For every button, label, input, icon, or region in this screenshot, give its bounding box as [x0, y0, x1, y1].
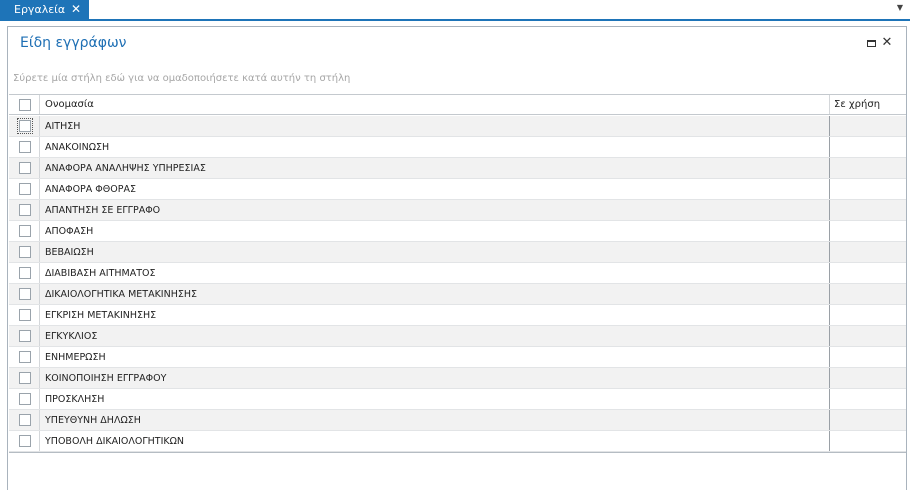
- row-select-cell: [9, 431, 40, 451]
- row-select-cell: [9, 263, 40, 283]
- row-checkbox[interactable]: [19, 204, 31, 216]
- table-row[interactable]: ΠΡΟΣΚΛΗΣΗ: [9, 389, 906, 410]
- cell-name: ΕΝΗΜΕΡΩΣΗ: [45, 352, 106, 363]
- maximize-icon[interactable]: [865, 36, 877, 50]
- cell-name: ΥΠΕΥΘΥΝΗ ΔΗΛΩΣΗ: [45, 415, 141, 426]
- table-row[interactable]: ΔΙΚΑΙΟΛΟΓΗΤΙΚΑ ΜΕΤΑΚΙΝΗΣΗΣ: [9, 284, 906, 305]
- row-checkbox[interactable]: [19, 141, 31, 153]
- table-row[interactable]: ΔΙΑΒΙΒΑΣΗ ΑΙΤΗΜΑΤΟΣ: [9, 263, 906, 284]
- row-select-cell: [9, 116, 40, 136]
- row-select-cell: [9, 389, 40, 409]
- cell-name: ΑΝΑΚΟΙΝΩΣΗ: [45, 142, 110, 153]
- row-checkbox[interactable]: [19, 183, 31, 195]
- table-row[interactable]: ΒΕΒΑΙΩΣΗ: [9, 242, 906, 263]
- tab-tools[interactable]: Εργαλεία ✕: [0, 0, 89, 19]
- row-select-cell: [9, 326, 40, 346]
- select-all-cell: [9, 95, 40, 114]
- cell-name: ΕΓΚΡΙΣΗ ΜΕΤΑΚΙΝΗΣΗΣ: [45, 310, 157, 321]
- cell-in-use: [829, 284, 906, 304]
- cell-in-use: [829, 137, 906, 157]
- row-select-cell: [9, 200, 40, 220]
- cell-in-use: [829, 242, 906, 262]
- tab-tools-label: Εργαλεία: [14, 3, 66, 16]
- table-row[interactable]: ΑΠΑΝΤΗΣΗ ΣΕ ΕΓΓΡΑΦΟ: [9, 200, 906, 221]
- row-select-cell: [9, 221, 40, 241]
- select-all-checkbox[interactable]: [19, 99, 31, 111]
- table-row[interactable]: ΑΝΑΦΟΡΑ ΑΝΑΛΗΨΗΣ ΥΠΗΡΕΣΙΑΣ: [9, 158, 906, 179]
- table-row[interactable]: ΑΠΟΦΑΣΗ: [9, 221, 906, 242]
- cell-in-use: [829, 305, 906, 325]
- cell-in-use: [829, 263, 906, 283]
- cell-in-use: [829, 116, 906, 136]
- cell-name: ΔΙΑΒΙΒΑΣΗ ΑΙΤΗΜΑΤΟΣ: [45, 268, 156, 279]
- cell-name: ΕΓΚΥΚΛΙΟΣ: [45, 331, 98, 342]
- row-checkbox[interactable]: [19, 414, 31, 426]
- cell-in-use: [829, 431, 906, 451]
- row-select-cell: [9, 368, 40, 388]
- row-checkbox[interactable]: [19, 225, 31, 237]
- table-row[interactable]: ΑΝΑΚΟΙΝΩΣΗ: [9, 137, 906, 158]
- cell-in-use: [829, 326, 906, 346]
- cell-name: ΑΝΑΦΟΡΑ ΦΘΟΡΑΣ: [45, 184, 136, 195]
- document-types-grid: Ονομασία Σε χρήση ΑΙΤΗΣΗ ΑΝΑΚΟΙΝΩΣΗ ΑΝΑΦΟΡ…: [9, 94, 906, 491]
- cell-in-use: [829, 200, 906, 220]
- cell-in-use: [829, 368, 906, 388]
- row-checkbox[interactable]: [19, 330, 31, 342]
- panel-title: Είδη εγγράφων: [20, 35, 127, 51]
- cell-in-use: [829, 179, 906, 199]
- panel-close-icon[interactable]: ✕: [881, 36, 893, 50]
- cell-name: ΑΝΑΦΟΡΑ ΑΝΑΛΗΨΗΣ ΥΠΗΡΕΣΙΑΣ: [45, 163, 206, 174]
- row-checkbox[interactable]: [19, 288, 31, 300]
- table-row[interactable]: ΥΠΕΥΘΥΝΗ ΔΗΛΩΣΗ: [9, 410, 906, 431]
- cell-in-use: [829, 221, 906, 241]
- cell-in-use: [829, 410, 906, 430]
- row-select-cell: [9, 347, 40, 367]
- cell-name: ΠΡΟΣΚΛΗΣΗ: [45, 394, 105, 405]
- document-types-panel: Είδη εγγράφων ✕ Σύρετε μία στήλη εδώ για…: [7, 26, 907, 490]
- table-row[interactable]: ΕΓΚΥΚΛΙΟΣ: [9, 326, 906, 347]
- cell-in-use: [829, 389, 906, 409]
- table-row[interactable]: ΚΟΙΝΟΠΟΙΗΣΗ ΕΓΓΡΑΦΟΥ: [9, 368, 906, 389]
- tab-list-dropdown-icon[interactable]: ▼: [895, 2, 905, 14]
- row-checkbox[interactable]: [19, 246, 31, 258]
- table-row[interactable]: ΑΝΑΦΟΡΑ ΦΘΟΡΑΣ: [9, 179, 906, 200]
- row-select-cell: [9, 137, 40, 157]
- tab-close-icon[interactable]: ✕: [69, 0, 83, 19]
- row-checkbox[interactable]: [17, 118, 33, 134]
- row-checkbox[interactable]: [19, 267, 31, 279]
- table-row[interactable]: ΕΓΚΡΙΣΗ ΜΕΤΑΚΙΝΗΣΗΣ: [9, 305, 906, 326]
- row-checkbox[interactable]: [19, 309, 31, 321]
- cell-name: ΒΕΒΑΙΩΣΗ: [45, 247, 94, 258]
- cell-in-use: [829, 347, 906, 367]
- group-by-drop-area[interactable]: Σύρετε μία στήλη εδώ για να ομαδοποιήσετ…: [9, 67, 906, 91]
- cell-name: ΥΠΟΒΟΛΗ ΔΙΚΑΙΟΛΟΓΗΤΙΚΩΝ: [45, 436, 185, 447]
- row-checkbox[interactable]: [19, 393, 31, 405]
- cell-name: ΑΠΟΦΑΣΗ: [45, 226, 94, 237]
- row-checkbox[interactable]: [19, 162, 31, 174]
- cell-name: ΑΠΑΝΤΗΣΗ ΣΕ ΕΓΓΡΑΦΟ: [45, 205, 161, 216]
- table-row[interactable]: ΑΙΤΗΣΗ: [9, 116, 906, 137]
- column-header-in-use[interactable]: Σε χρήση: [830, 95, 906, 114]
- row-select-cell: [9, 179, 40, 199]
- document-tabstrip: Εργαλεία ✕ ▼: [0, 0, 910, 21]
- grid-header-row: Ονομασία Σε χρήση: [9, 95, 906, 115]
- table-row[interactable]: ΥΠΟΒΟΛΗ ΔΙΚΑΙΟΛΟΓΗΤΙΚΩΝ: [9, 431, 906, 452]
- cell-name: ΚΟΙΝΟΠΟΙΗΣΗ ΕΓΓΡΑΦΟΥ: [45, 373, 167, 384]
- cell-in-use: [829, 158, 906, 178]
- column-header-name[interactable]: Ονομασία: [40, 95, 830, 114]
- cell-name: ΔΙΚΑΙΟΛΟΓΗΤΙΚΑ ΜΕΤΑΚΙΝΗΣΗΣ: [45, 289, 198, 300]
- row-checkbox[interactable]: [19, 435, 31, 447]
- cell-name: ΑΙΤΗΣΗ: [45, 121, 81, 132]
- row-checkbox[interactable]: [19, 372, 31, 384]
- grid-empty-area: [9, 452, 906, 492]
- table-row[interactable]: ΕΝΗΜΕΡΩΣΗ: [9, 347, 906, 368]
- row-checkbox[interactable]: [19, 351, 31, 363]
- row-select-cell: [9, 284, 40, 304]
- row-select-cell: [9, 410, 40, 430]
- row-select-cell: [9, 158, 40, 178]
- row-select-cell: [9, 305, 40, 325]
- row-select-cell: [9, 242, 40, 262]
